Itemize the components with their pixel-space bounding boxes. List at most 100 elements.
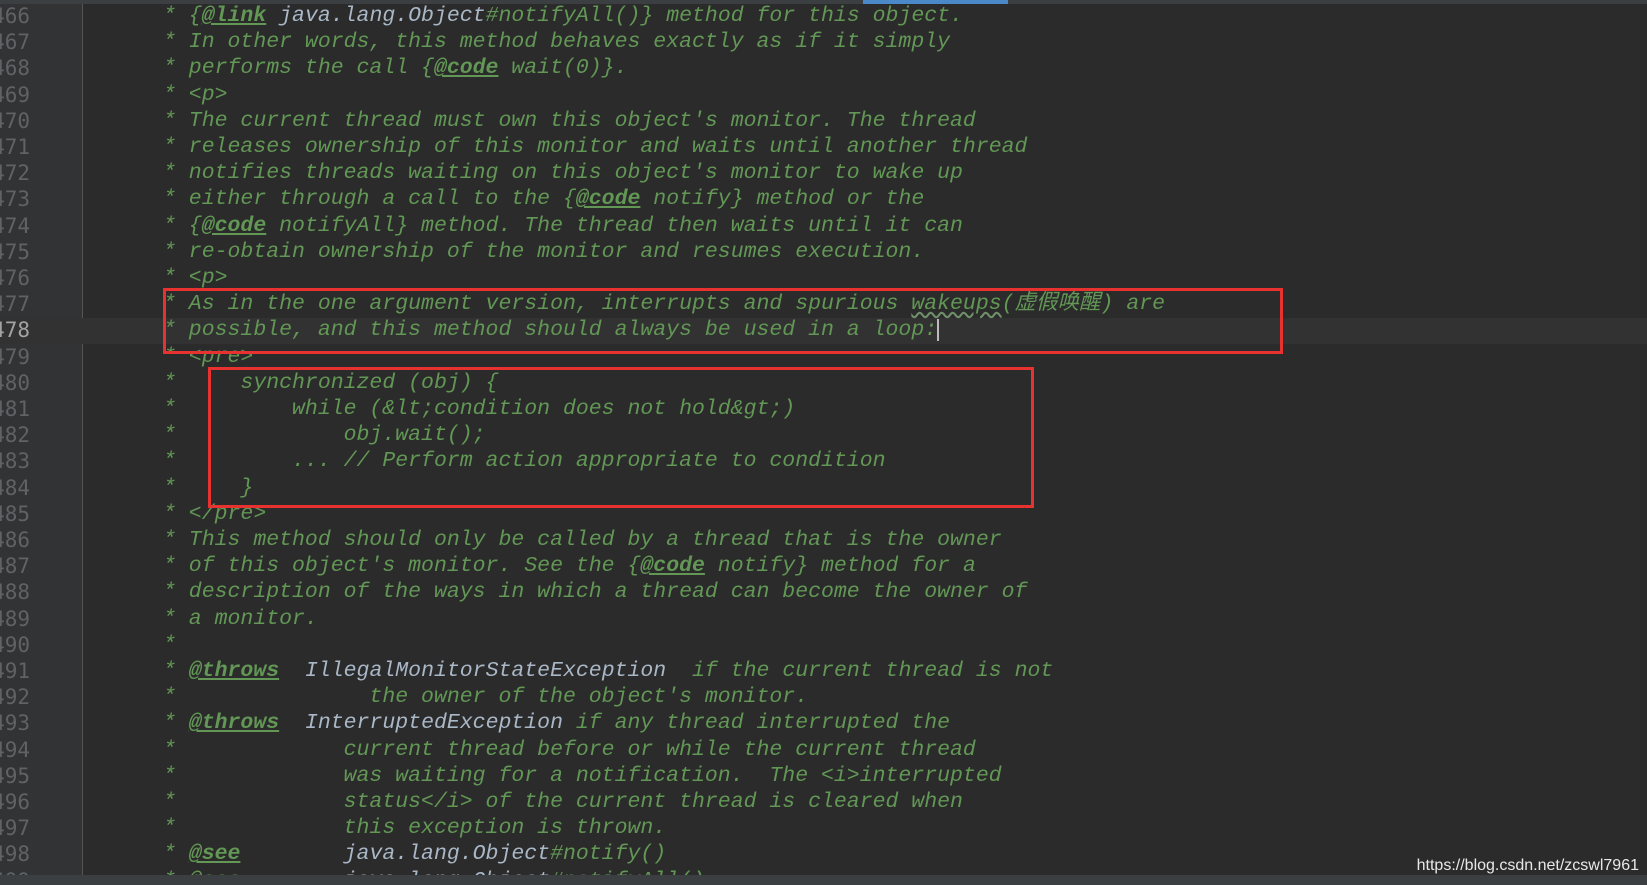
code-line[interactable]: 493 * @throws InterruptedException if any…	[0, 710, 1647, 736]
line-number: 482	[0, 423, 30, 448]
code-line[interactable]: 497 * this exception is thrown.	[0, 815, 1647, 841]
comment-text: * description of the ways in which a thr…	[163, 580, 1028, 605]
comment-text: * either through a call to the {	[163, 187, 576, 212]
code-line[interactable]: 487 * of this object's monitor. See the {…	[0, 553, 1647, 579]
code-line[interactable]: 466 * {@link java.lang.Object#notifyAll()…	[0, 4, 1647, 29]
code-text: * this exception is thrown.	[163, 815, 666, 841]
comment-text: * current thread before or while the cur…	[163, 737, 976, 762]
comment-text: * re-obtain ownership of the monitor and…	[163, 239, 925, 264]
comment-text: if any thread interrupted the	[563, 711, 951, 736]
javadoc-tag: @code	[575, 187, 641, 212]
line-number: 470	[0, 108, 30, 133]
code-line[interactable]: 475 * re-obtain ownership of the monitor …	[0, 239, 1647, 265]
comment-text: notify} method for a	[704, 554, 976, 579]
comment-text: *	[163, 842, 189, 867]
type-reference: IllegalMonitorStateException	[279, 659, 667, 683]
code-text: * was waiting for a notification. The <i…	[163, 763, 1002, 789]
code-text: *	[163, 632, 176, 658]
code-text: * description of the ways in which a thr…	[163, 579, 1027, 605]
line-number: 492	[0, 685, 30, 710]
line-number: 468	[0, 56, 30, 81]
code-text: * current thread before or while the cur…	[163, 737, 976, 763]
comment-text: * of this object's monitor. See the {	[163, 554, 641, 579]
code-line[interactable]: 474 * {@code notifyAll} method. The threa…	[0, 213, 1647, 239]
code-line[interactable]: 489 * a monitor.	[0, 606, 1647, 632]
code-line[interactable]: 496 * status</i> of the current thread is…	[0, 789, 1647, 815]
comment-text: *	[163, 659, 189, 683]
line-number: 481	[0, 397, 30, 421]
comment-text: * This method should only be called by a…	[163, 528, 1002, 552]
code-line[interactable]: 492 * the owner of the object's monitor.	[0, 684, 1647, 710]
line-number: 494	[0, 737, 30, 762]
line-number: 479	[0, 344, 30, 369]
line-number: 484	[0, 475, 30, 500]
javadoc-tag: @code	[640, 554, 705, 579]
line-number: 498	[0, 842, 30, 867]
line-number: 497	[0, 816, 30, 841]
code-text: * @see java.lang.Object#notify()	[163, 841, 666, 867]
line-number: 467	[0, 30, 30, 55]
comment-text: notifyAll} method. The thread then waits…	[266, 213, 963, 238]
comment-text: *	[163, 632, 176, 657]
highlight-box-loop-example	[208, 367, 1034, 508]
code-line[interactable]: 498 * @see java.lang.Object#notify()	[0, 841, 1647, 867]
comment-text: #notify()	[550, 842, 667, 867]
type-reference: InterruptedException	[279, 711, 563, 736]
line-number: 471	[0, 135, 30, 159]
code-text: * In other words, this method behaves ex…	[163, 29, 950, 55]
comment-text: * notifies threads waiting on this objec…	[163, 161, 963, 186]
line-number: 490	[0, 632, 30, 657]
comment-text: * status</i> of the current thread is cl…	[163, 790, 963, 814]
comment-text: notify} method or the	[640, 187, 925, 212]
code-line[interactable]: 472 * notifies threads waiting on this ob…	[0, 160, 1647, 186]
code-line[interactable]: 468 * performs the call {@code wait(0)}.	[0, 55, 1647, 81]
line-number: 486	[0, 528, 30, 552]
code-line[interactable]: 473 * either through a call to the {@code…	[0, 186, 1647, 212]
code-line[interactable]: 488 * description of the ways in which a …	[0, 579, 1647, 605]
code-line[interactable]: 490 *	[0, 632, 1647, 658]
code-text: * This method should only be called by a…	[163, 527, 1002, 553]
comment-text: * {	[163, 213, 202, 238]
comment-text: * releases ownership of this monitor and…	[163, 135, 1028, 159]
code-line[interactable]: 470 * The current thread must own this ob…	[0, 108, 1647, 134]
comment-text: #notifyAll()} method for this object.	[485, 4, 963, 28]
line-number: 473	[0, 187, 30, 212]
comment-text: * In other words, this method behaves ex…	[163, 30, 951, 55]
line-number: 469	[0, 82, 30, 107]
code-line[interactable]: 494 * current thread before or while the …	[0, 737, 1647, 763]
comment-text: * The current thread must own this objec…	[163, 108, 976, 133]
code-line[interactable]: 491 * @throws IllegalMonitorStateExceptio…	[0, 658, 1647, 684]
code-text: * {@link java.lang.Object#notifyAll()} m…	[163, 4, 963, 29]
javadoc-tag: @code	[433, 56, 499, 81]
code-line[interactable]: 499 * @see java.lang.Object#notifyAll()	[0, 868, 1647, 875]
line-number: 480	[0, 370, 30, 395]
comment-text: * a monitor.	[163, 606, 318, 631]
line-number: 496	[0, 790, 30, 814]
line-number: 488	[0, 580, 30, 605]
comment-text: * the owner of the object's monitor.	[163, 685, 809, 710]
code-line[interactable]: 495 * was waiting for a notification. The…	[0, 763, 1647, 789]
code-text: * @see java.lang.Object#notifyAll()	[163, 868, 705, 875]
line-number: 474	[0, 213, 30, 238]
comment-text: wait(0)}.	[498, 56, 628, 81]
line-number: 466	[0, 4, 30, 28]
line-number: 476	[0, 266, 30, 290]
code-text: * status</i> of the current thread is cl…	[163, 789, 963, 815]
comment-text: * was waiting for a notification. The <i…	[163, 763, 1002, 788]
highlight-box-spurious-wakeups	[163, 288, 1283, 354]
comment-text: * this exception is thrown.	[163, 816, 667, 841]
comment-text: *	[163, 711, 189, 736]
code-text: * @throws IllegalMonitorStateException i…	[163, 658, 1053, 684]
line-number: 499	[0, 868, 30, 875]
type-reference: java.lang.Object	[240, 842, 551, 867]
code-line[interactable]: 469 * <p>	[0, 82, 1647, 108]
code-line[interactable]: 486 * This method should only be called b…	[0, 527, 1647, 553]
code-text: * notifies threads waiting on this objec…	[163, 160, 963, 186]
code-text: * {@code notifyAll} method. The thread t…	[163, 213, 963, 239]
code-text: * either through a call to the {@code no…	[163, 186, 924, 212]
code-line[interactable]: 471 * releases ownership of this monitor …	[0, 134, 1647, 160]
line-number: 483	[0, 449, 30, 474]
code-text: * performs the call {@code wait(0)}.	[163, 55, 628, 81]
code-text: * <p>	[163, 82, 228, 108]
code-line[interactable]: 467 * In other words, this method behaves…	[0, 29, 1647, 55]
